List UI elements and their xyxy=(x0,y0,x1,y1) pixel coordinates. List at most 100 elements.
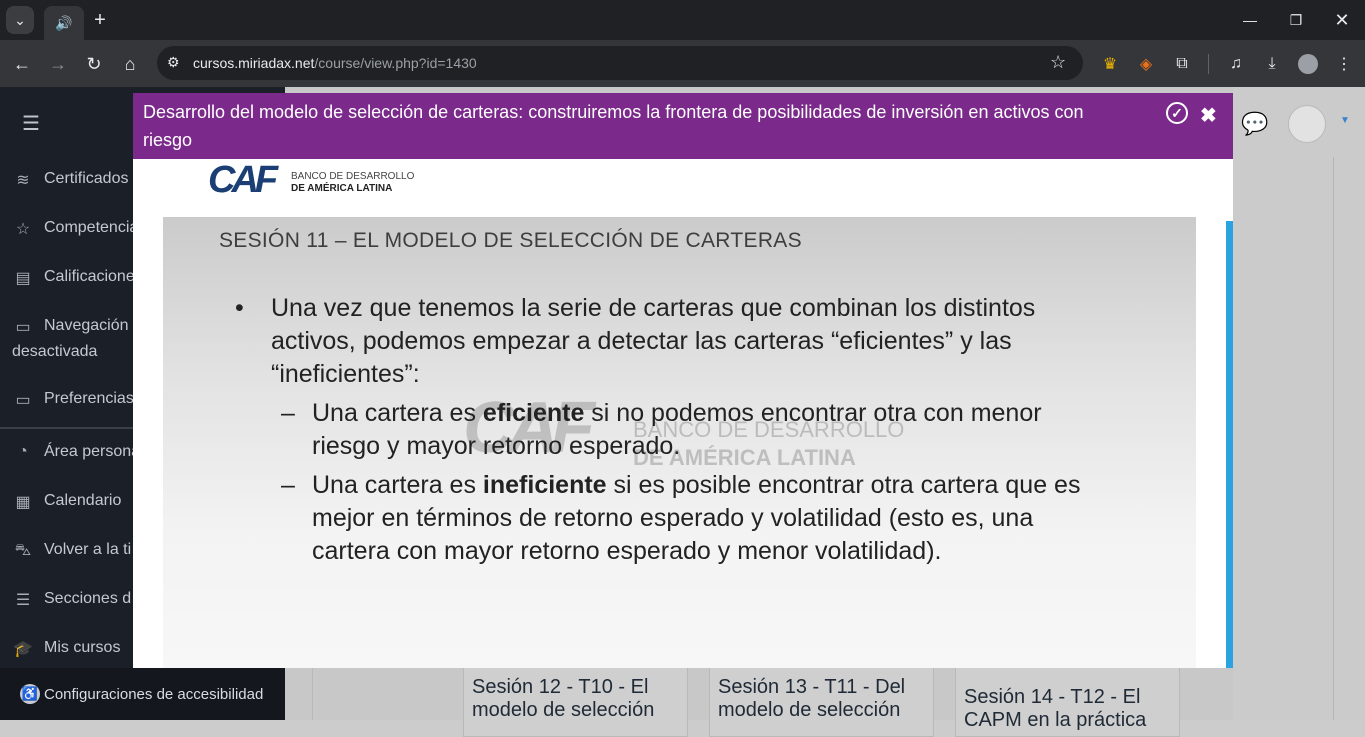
sidebar-item-volver[interactable]: ⛍ Volver a la ti xyxy=(12,541,131,561)
sidebar-item-label: Competencia xyxy=(44,219,139,236)
course-card[interactable]: Sesión 14 - T12 - El CAPM en la práctica xyxy=(955,667,1180,737)
sidebar-item-certificados[interactable]: ≋ Certificados xyxy=(12,170,128,190)
course-card[interactable]: Sesión 12 - T10 - El modelo de selección xyxy=(463,667,688,737)
sub-bullet-ineficiente: Una cartera es ineficiente si es posible… xyxy=(312,469,1102,568)
divider xyxy=(312,667,313,720)
mark-complete-check-icon[interactable]: ✓ xyxy=(1166,102,1188,124)
modal-scrollbar[interactable] xyxy=(1226,221,1233,668)
reload-button[interactable]: ↻ xyxy=(80,50,108,78)
caf-line2: DE AMÉRICA LATINA xyxy=(291,183,393,194)
crown-extension-icon[interactable]: ♛ xyxy=(1098,52,1122,76)
home-icon: ⌂ xyxy=(124,53,136,74)
home-button[interactable]: ⌂ xyxy=(116,50,144,78)
page-right-area xyxy=(1233,87,1365,720)
sidebar-item-competencias[interactable]: ☆ Competencia xyxy=(12,219,138,239)
url-text[interactable]: cursos.miriadax.net/course/view.php?id=1… xyxy=(193,55,477,71)
chevron-down-icon: ⌄ xyxy=(14,11,26,28)
slide-header: CAF BANCO DE DESARROLLO DE AMÉRICA LATIN… xyxy=(133,159,1226,217)
accessibility-settings-link[interactable]: ♿ Configuraciones de accesibilidad xyxy=(0,668,285,720)
extensions-puzzle-icon[interactable]: ⧉ xyxy=(1170,52,1194,76)
download-icon[interactable]: ⤓ xyxy=(1260,52,1284,76)
card-title-line1: Sesión 12 - T10 - El xyxy=(472,676,649,698)
accessibility-label: Configuraciones de accesibilidad xyxy=(44,685,264,703)
minimize-button[interactable]: — xyxy=(1230,6,1270,34)
modal-title: Desarrollo del modelo de selección de ca… xyxy=(143,102,1084,150)
sidebar-item-label: Navegación xyxy=(44,317,129,334)
tab-search-button[interactable]: ⌄ xyxy=(6,6,34,34)
bullet-dot: • xyxy=(235,294,244,322)
caf-logo-text: CAF xyxy=(208,159,278,201)
cap-extension-icon[interactable]: ◈ xyxy=(1134,52,1158,76)
layers-icon: ≋ xyxy=(16,172,30,189)
minimize-icon: — xyxy=(1243,12,1257,28)
sidebar-item-label: Calificacione xyxy=(44,268,135,285)
caret-down-icon[interactable]: ▼ xyxy=(1340,115,1350,126)
tab-strip: ⌄ 🔊 + — ❐ ✕ xyxy=(0,0,1365,40)
sidebar-item-preferencias[interactable]: ▭ Preferencias xyxy=(12,390,134,410)
sub-bullet-eficiente: Una cartera es eficiente si no podemos e… xyxy=(312,397,1082,463)
sidebar-item-label: Volver a la ti xyxy=(44,541,132,558)
sidebar-item-secciones[interactable]: ☰ Secciones d xyxy=(12,590,131,610)
tab-audio[interactable]: 🔊 xyxy=(44,6,84,40)
accessibility-icon: ♿ xyxy=(20,684,40,704)
sidebar-item-calificaciones[interactable]: ▤ Calificacione xyxy=(12,268,135,288)
dash-marker: – xyxy=(281,471,295,499)
sidebar-item-label: Preferencias xyxy=(44,390,134,407)
graduation-cap-icon: 🎓 xyxy=(13,641,33,658)
restore-icon: ❐ xyxy=(1289,11,1303,28)
sub1-bold: eficiente xyxy=(482,399,585,427)
course-card[interactable]: Sesión 13 - T11 - Del modelo de selecció… xyxy=(709,667,934,737)
media-control-icon[interactable]: ♫ xyxy=(1224,52,1248,76)
restore-button[interactable]: ❐ xyxy=(1276,6,1316,34)
caf-logo-caption: BANCO DE DESARROLLO DE AMÉRICA LATINA xyxy=(291,171,414,195)
sidebar-item-calendario[interactable]: ▦ Calendario xyxy=(12,492,121,512)
card-title-line1: Sesión 13 - T11 - Del xyxy=(718,676,906,698)
sidebar-item-label: Calendario xyxy=(44,492,122,509)
sidebar-item-label: Certificados xyxy=(44,170,129,187)
url-path: /course/view.php?id=1430 xyxy=(314,55,477,71)
sidebar-item-label: Área persona xyxy=(44,443,141,460)
sub2-pre: Una cartera es xyxy=(312,471,483,499)
dashboard-icon: ◔ xyxy=(18,443,28,460)
sidebar-item-label: Mis cursos xyxy=(44,639,121,656)
kebab-menu-icon[interactable]: ⋮ xyxy=(1332,52,1356,76)
sidebar-item-navegacion[interactable]: ▭ Navegación desactivada xyxy=(12,317,129,361)
sub2-bold: ineficiente xyxy=(482,471,607,499)
sidebar-item-area-personal[interactable]: ◔ Área persona xyxy=(12,443,140,461)
back-button[interactable]: ← xyxy=(8,50,36,78)
slide-title: SESIÓN 11 – EL MODELO DE SELECCIÓN DE CA… xyxy=(219,229,802,252)
sidebar-item-label-line2: desactivada xyxy=(12,343,98,360)
toolbar: ← → ↻ ⌂ ⚙ cursos.miriadax.net/course/vie… xyxy=(0,40,1365,87)
arrow-left-icon: ← xyxy=(13,53,31,74)
user-avatar[interactable] xyxy=(1288,105,1326,143)
cart-icon: ⛍ xyxy=(14,542,32,559)
close-icon: ✕ xyxy=(1334,9,1350,30)
divider xyxy=(1333,157,1334,720)
sidebar-item-label: Secciones d xyxy=(44,590,132,607)
caf-logo: CAF xyxy=(208,159,278,202)
messages-icon[interactable]: 💬 xyxy=(1241,111,1268,137)
bullet-main: Una vez que tenemos la serie de carteras… xyxy=(271,294,1036,388)
hamburger-menu-icon[interactable]: ☰ xyxy=(22,111,40,136)
profile-avatar-icon[interactable] xyxy=(1296,52,1320,76)
dash-marker: – xyxy=(281,399,295,427)
card-title-line2: modelo de selección xyxy=(718,699,901,721)
gradebook-icon: ▤ xyxy=(15,270,31,287)
new-tab-button[interactable]: + xyxy=(86,6,114,34)
arrow-right-icon: → xyxy=(49,53,67,74)
forward-button[interactable]: → xyxy=(44,50,72,78)
star-icon: ☆ xyxy=(15,221,31,238)
video-modal: Desarrollo del modelo de selección de ca… xyxy=(133,93,1233,668)
address-bar[interactable]: ⚙ cursos.miriadax.net/course/view.php?id… xyxy=(157,46,1083,80)
toolbar-divider xyxy=(1208,54,1209,74)
reload-icon: ↻ xyxy=(86,53,102,74)
plus-icon: + xyxy=(94,8,106,31)
card-title-line2: CAPM en la práctica xyxy=(964,709,1147,731)
card-title-line2: modelo de selección xyxy=(472,699,655,721)
close-window-button[interactable]: ✕ xyxy=(1322,6,1362,34)
lecture-slide: SESIÓN 11 – EL MODELO DE SELECCIÓN DE CA… xyxy=(163,217,1196,668)
bookmark-star-icon[interactable]: ☆ xyxy=(1050,52,1066,73)
close-modal-icon[interactable]: ✖ xyxy=(1200,103,1217,128)
site-settings-icon[interactable]: ⚙ xyxy=(167,54,180,71)
sidebar-item-mis-cursos[interactable]: 🎓 Mis cursos xyxy=(12,639,120,659)
